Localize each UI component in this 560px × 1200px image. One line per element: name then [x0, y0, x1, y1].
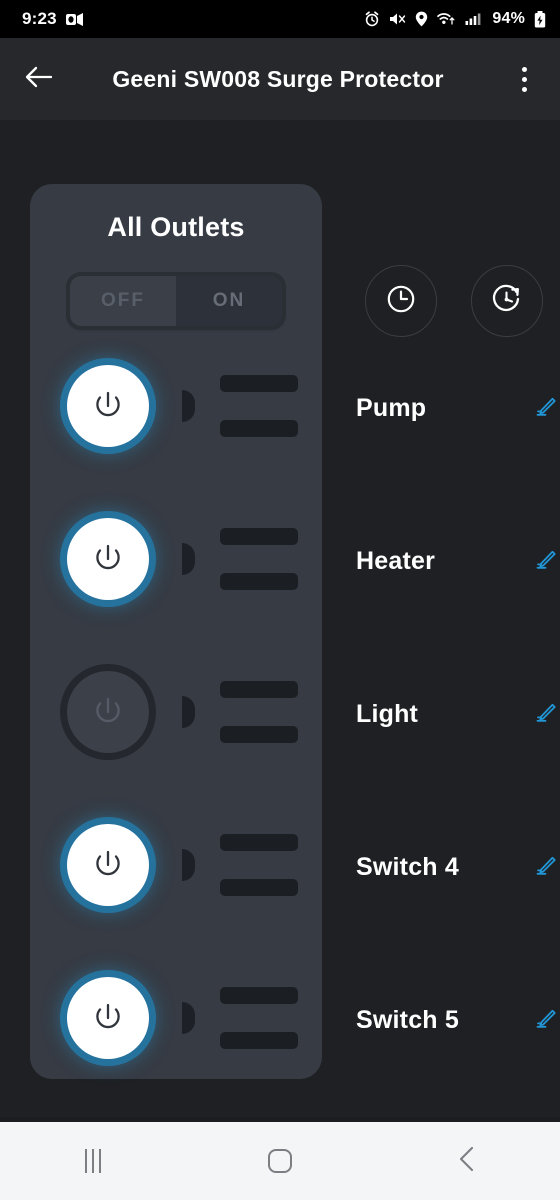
socket-slot — [220, 420, 298, 437]
socket-slot — [220, 834, 298, 851]
back-arrow-icon — [24, 65, 54, 94]
socket-slot — [220, 681, 298, 698]
battery-charging-icon — [534, 10, 546, 28]
outlet-name: Switch 4 — [356, 852, 460, 881]
power-toggle-on[interactable] — [67, 365, 149, 447]
power-toggle-off[interactable] — [67, 671, 149, 753]
outlet-label-row: Light — [356, 694, 560, 734]
edit-pencil-icon[interactable] — [530, 1005, 560, 1035]
outlet-name: Pump — [356, 393, 427, 422]
location-icon — [415, 11, 428, 27]
home-icon — [268, 1149, 292, 1173]
home-button[interactable] — [187, 1122, 374, 1200]
outlet-socket-graphic — [168, 662, 308, 762]
outlet-label-row: Pump — [356, 388, 560, 428]
strip-title: All Outlets — [107, 212, 245, 242]
page-title: Geeni SW008 Surge Protector — [112, 65, 444, 92]
power-icon — [87, 691, 129, 733]
overflow-menu-button[interactable] — [488, 38, 560, 120]
socket-ground-pin — [182, 696, 195, 728]
outlet-label-row: Switch 4 — [356, 847, 560, 887]
edit-pencil-icon[interactable] — [530, 699, 560, 729]
status-bar-icons: 94% — [364, 10, 546, 28]
power-icon — [87, 997, 129, 1039]
outlet-power-button[interactable] — [56, 660, 160, 764]
outlet-socket-graphic — [168, 509, 308, 609]
nav-back-button[interactable] — [373, 1122, 560, 1200]
overflow-menu-icon — [521, 76, 527, 82]
power-icon — [87, 385, 129, 427]
outlet-row — [30, 968, 322, 1068]
edit-pencil-icon[interactable] — [530, 852, 560, 882]
android-nav-bar — [0, 1122, 560, 1200]
socket-ground-pin — [182, 543, 195, 575]
alarm-icon — [364, 11, 380, 27]
power-icon — [87, 844, 129, 886]
all-outlets-off-button[interactable]: OFF — [70, 276, 176, 326]
all-outlets-on-button[interactable]: ON — [176, 276, 282, 326]
phone-screen: 9:23 94% Geeni SW008 Surge Protector All… — [0, 0, 560, 1200]
power-toggle-on[interactable] — [67, 824, 149, 906]
recents-icon — [85, 1149, 102, 1173]
edit-pencil-icon[interactable] — [530, 393, 560, 423]
outlet-power-button[interactable] — [56, 507, 160, 611]
socket-slot — [220, 987, 298, 1004]
back-button[interactable] — [0, 38, 78, 120]
all-outlets-toggle[interactable]: OFF ON — [70, 276, 282, 326]
outlet-name: Heater — [356, 546, 436, 575]
outlet-socket-graphic — [168, 968, 308, 1068]
outlet-label-row: Heater — [356, 541, 560, 581]
power-strip-panel: All Outlets OFF ON — [30, 184, 322, 1079]
socket-slot — [220, 1032, 298, 1049]
outlet-label-row: Switch 5 — [356, 1000, 560, 1040]
power-toggle-on[interactable] — [67, 977, 149, 1059]
outlet-row — [30, 662, 322, 762]
socket-ground-pin — [182, 390, 195, 422]
socket-slot — [220, 573, 298, 590]
power-toggle-on[interactable] — [67, 518, 149, 600]
outlet-power-button[interactable] — [56, 813, 160, 917]
main-content: All Outlets OFF ON Pump Heater Light Swi… — [0, 120, 560, 1122]
recents-button[interactable] — [0, 1122, 187, 1200]
socket-slot — [220, 528, 298, 545]
cellular-signal-icon — [465, 11, 481, 27]
outlet-power-button[interactable] — [56, 966, 160, 1070]
outlet-row — [30, 356, 322, 456]
outlet-socket-graphic — [168, 815, 308, 915]
socket-slot — [220, 879, 298, 896]
status-bar: 9:23 94% — [0, 0, 560, 38]
outlook-icon — [65, 12, 83, 27]
socket-ground-pin — [182, 1002, 195, 1034]
battery-percent-label: 94% — [492, 10, 525, 27]
outlet-socket-graphic — [168, 356, 308, 456]
outlet-row — [30, 509, 322, 609]
socket-ground-pin — [182, 849, 195, 881]
socket-slot — [220, 375, 298, 392]
back-icon — [457, 1145, 477, 1178]
outlet-power-button[interactable] — [56, 354, 160, 458]
socket-slot — [220, 726, 298, 743]
outlet-row — [30, 815, 322, 915]
edit-pencil-icon[interactable] — [530, 546, 560, 576]
app-bar: Geeni SW008 Surge Protector — [0, 38, 560, 120]
overflow-menu-icon — [521, 86, 527, 92]
power-icon — [87, 538, 129, 580]
mute-vibrate-icon — [389, 11, 406, 27]
status-bar-clock: 9:23 — [22, 9, 57, 28]
outlet-name: Light — [356, 699, 419, 728]
outlet-name: Switch 5 — [356, 1005, 460, 1034]
wifi-icon — [437, 11, 456, 27]
overflow-menu-icon — [521, 66, 527, 72]
outlet-labels-column: Pump Heater Light Switch 4 Switch 5 — [322, 120, 560, 1122]
